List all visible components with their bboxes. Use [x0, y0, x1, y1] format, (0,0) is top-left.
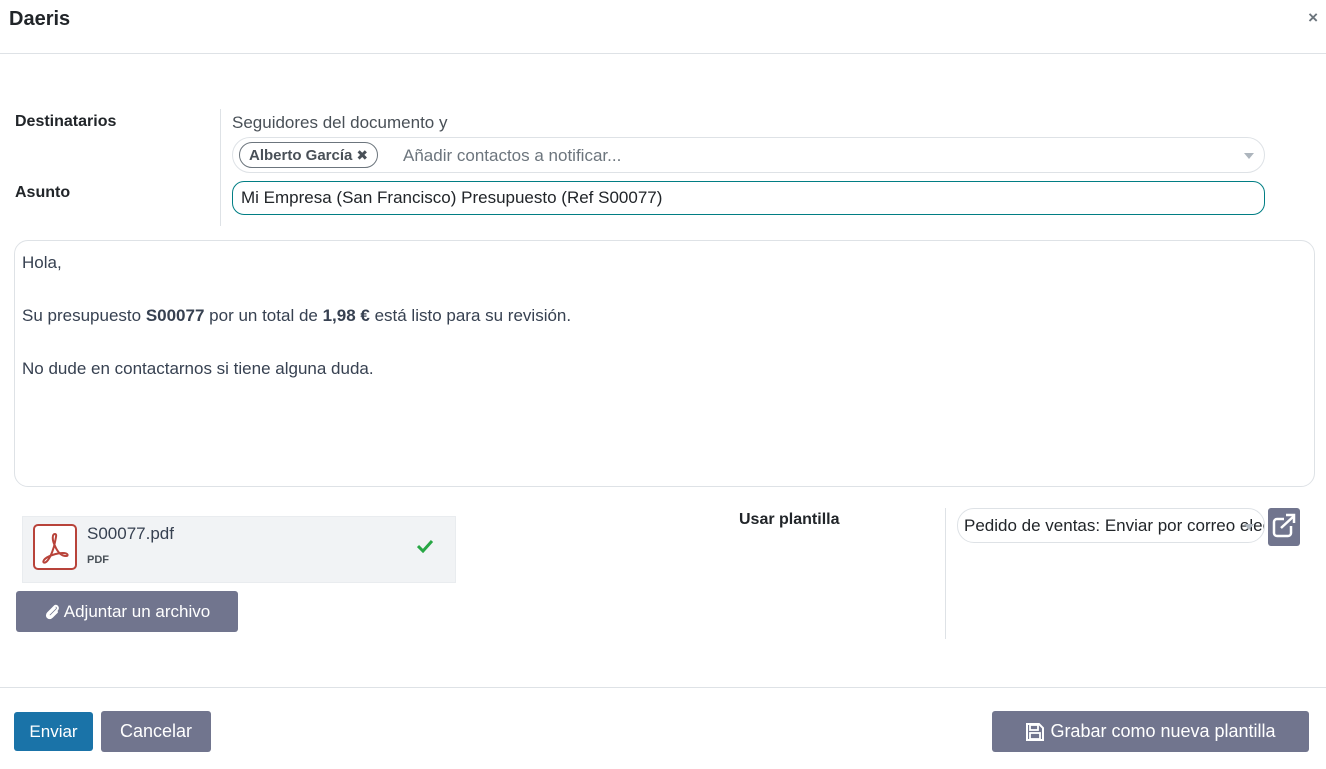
order-amount: 1,98 €	[322, 306, 370, 326]
attachment-type: PDF	[87, 554, 109, 566]
label-divider	[220, 109, 221, 226]
external-link-button[interactable]	[1268, 508, 1300, 546]
recipient-tag-name: Alberto García	[249, 147, 353, 164]
external-link-icon	[1272, 513, 1296, 544]
dialog-header: Daeris ×	[0, 0, 1326, 54]
subject-label: Asunto	[15, 184, 71, 201]
chevron-down-icon[interactable]	[1244, 153, 1254, 159]
template-selected-value: Pedido de ventas: Enviar por correo elec…	[964, 516, 1264, 535]
footer-divider	[0, 687, 1326, 688]
body-greeting: Hola,	[22, 253, 62, 272]
dialog-title: Daeris	[9, 8, 71, 30]
subject-input[interactable]	[232, 181, 1265, 215]
attachment-filename[interactable]: S00077.pdf	[87, 524, 174, 544]
pdf-file-icon	[33, 524, 77, 570]
close-button[interactable]: ×	[1308, 8, 1318, 28]
attachment-item[interactable]: S00077.pdf PDF	[22, 516, 456, 583]
chevron-down-icon[interactable]	[1244, 524, 1254, 530]
attach-file-label: Adjuntar un archivo	[63, 601, 211, 621]
save-as-template-button[interactable]: Grabar como nueva plantilla	[992, 711, 1309, 752]
remove-tag-icon[interactable]: ✖	[356, 147, 368, 163]
template-divider	[945, 508, 946, 639]
attach-file-button[interactable]: Adjuntar un archivo	[16, 591, 238, 632]
recipients-input[interactable]	[401, 144, 1235, 168]
followers-text: Seguidores del documento y	[232, 113, 448, 132]
email-composer-dialog: Daeris × Destinatarios Seguidores del do…	[0, 0, 1326, 769]
cancel-button[interactable]: Cancelar	[101, 711, 211, 752]
floppy-disk-icon	[1025, 722, 1045, 742]
save-as-template-label: Grabar como nueva plantilla	[1050, 721, 1276, 741]
order-ref: S00077	[145, 306, 205, 326]
template-select[interactable]: Pedido de ventas: Enviar por correo elec…	[957, 508, 1265, 543]
check-icon	[416, 539, 434, 558]
recipients-field[interactable]: Alberto García ✖	[232, 137, 1265, 173]
body-line-2: No dude en contactarnos si tiene alguna …	[22, 359, 374, 379]
email-body-editor[interactable]: Hola, Su presupuesto S00077 por un total…	[14, 240, 1315, 487]
send-button[interactable]: Enviar	[14, 712, 93, 751]
recipients-label: Destinatarios	[15, 113, 117, 130]
paperclip-icon	[44, 603, 60, 621]
template-label: Usar plantilla	[739, 511, 840, 528]
recipient-tag: Alberto García ✖	[239, 142, 379, 168]
body-line-1: Su presupuesto S00077 por un total de 1,…	[22, 306, 572, 326]
